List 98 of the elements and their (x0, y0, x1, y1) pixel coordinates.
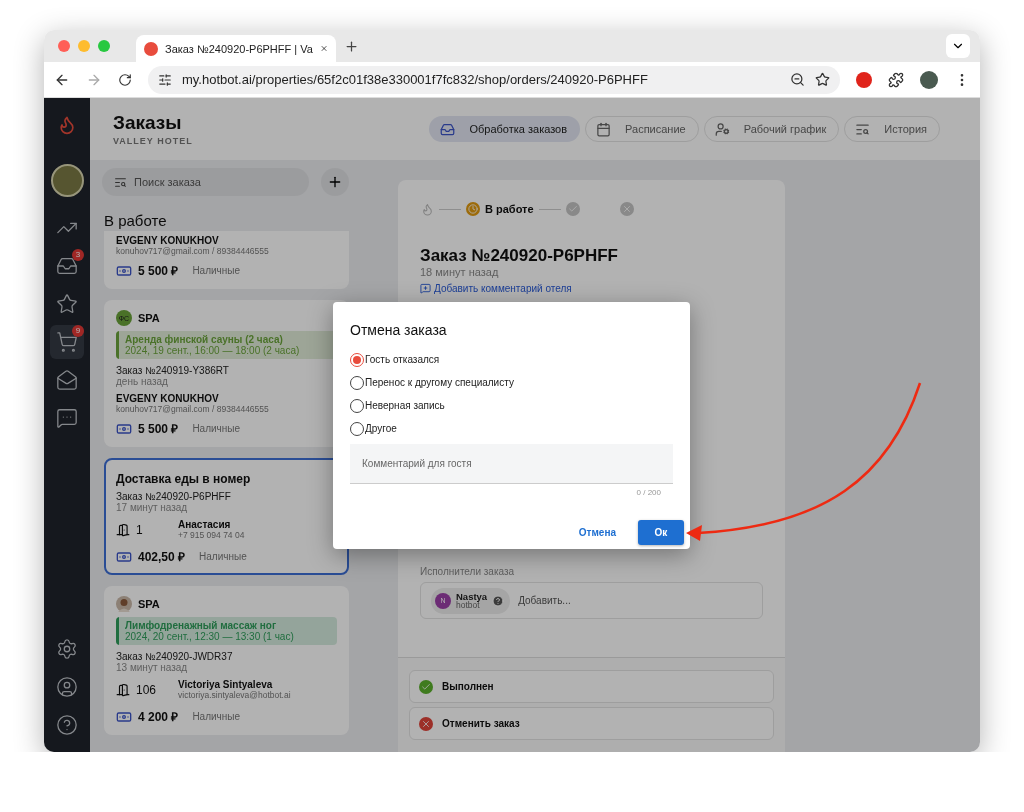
payment-method: Наличные (192, 711, 241, 722)
order-title: Заказ №240920-P6PHFF (420, 246, 619, 266)
comment-field[interactable]: Комментарий для гостя (350, 444, 673, 484)
order-amount: 4 200 ₽ (138, 709, 179, 725)
nav-tab[interactable]: История (844, 116, 940, 142)
help-icon[interactable] (56, 714, 78, 736)
booking-title: Аренда финской сауны (2 часа) (125, 334, 283, 345)
order-amount: 402,50 ₽ (138, 549, 186, 565)
inbox-icon (56, 255, 78, 277)
chat-icon (56, 407, 78, 429)
option-label[interactable]: Гость отказался (365, 354, 440, 365)
order-number: Заказ №240920-JWDR37 (116, 651, 234, 662)
order-card[interactable]: EVGENY KONUKHOV konuhov717@gmail.com / 89384446555 5 500 ₽ Наличные (104, 231, 349, 289)
order-amount: 5 500 ₽ (138, 263, 179, 279)
order-time: 17 минут назад (116, 502, 189, 513)
order-card[interactable]: Доставка еды в номер Заказ №240920-P6PHFF 17 минут назад 1 Анастасия +7 915 094 74 04 402,50 ₽ Наличные (104, 458, 349, 575)
complete-button[interactable]: Выполнен (409, 670, 774, 703)
list-search-icon (855, 121, 871, 137)
order-amount: 5 500 ₽ (138, 421, 179, 437)
hotel-avatar[interactable] (50, 164, 84, 197)
count-badge: 9 (72, 325, 84, 337)
search-field[interactable]: Поиск заказа (102, 168, 309, 196)
cancel-order-button[interactable]: Отменить заказ (409, 707, 774, 740)
calendar-icon (596, 121, 612, 137)
door-icon (116, 682, 130, 697)
payment-method: Наличные (199, 551, 247, 562)
guest-contact: +7 915 094 74 04 (178, 530, 245, 540)
hotel-name: VALLEY HOTEL (113, 136, 193, 146)
address-bar[interactable]: my.hotbot.ai/properties/65f2c01f38e330001f7fc832/shop/orders/240920-P6PHFF (148, 65, 840, 94)
option-label[interactable]: Неверная запись (365, 400, 445, 411)
order-title: Доставка еды в номер (116, 472, 252, 486)
users-icon (714, 121, 730, 137)
site-settings-icon[interactable] (158, 72, 172, 87)
user-icon[interactable] (56, 676, 78, 698)
field-label: Исполнители заказа (420, 566, 516, 577)
ok-button[interactable]: Ок (638, 520, 684, 545)
add-order-button[interactable] (321, 168, 349, 196)
service-name: SPA (138, 598, 160, 610)
order-card[interactable]: SPA Лимфодренажный массаж ног 2024, 20 сент., 12:30 — 13:30 (1 час) Заказ №240920-JWDR37 13 минут назад 106 Victoriya Sintyaleva victoriya.sintyaleva@hotbot.ai 4 200 ₽ Наличные (104, 586, 349, 735)
count-badge: 3 (72, 249, 84, 261)
cart-icon (56, 331, 78, 353)
add-comment-link[interactable]: Добавить комментарий отеля (420, 283, 572, 294)
service-name: SPA (138, 312, 160, 324)
reload-icon[interactable] (118, 72, 132, 87)
star-icon (56, 293, 78, 315)
booking-title: Лимфодренажный массаж ног (125, 620, 277, 631)
booking-time: 2024, 19 сент., 16:00 — 18:00 (2 часа) (125, 345, 300, 356)
comment-plus-icon (420, 283, 431, 294)
dialog-title: Отмена заказа (350, 322, 448, 338)
payment-method: Наличные (192, 423, 241, 434)
favicon-icon (144, 41, 158, 56)
payment-method: Наличные (192, 265, 241, 276)
section-title: В работе (104, 212, 168, 229)
bookmark-icon[interactable] (815, 72, 830, 87)
option-label[interactable]: Другое (365, 423, 397, 434)
order-number: Заказ №240920-P6PHFF (116, 491, 232, 502)
order-time: день назад (116, 376, 169, 387)
order-number: Заказ №240919-Y386RT (116, 365, 230, 376)
guest-contact: konuhov717@gmail.com / 89384446555 (116, 404, 270, 414)
flame-icon[interactable] (57, 115, 77, 135)
room-number: 1 (136, 522, 144, 537)
tab-menu-button[interactable] (946, 34, 970, 58)
guest-name: Victoriya Sintyaleva (178, 679, 273, 690)
sidebar-item[interactable]: 9 (50, 325, 84, 359)
assignee-org: hotbot (456, 601, 480, 610)
new-tab-icon[interactable] (344, 38, 359, 54)
door-icon (116, 522, 130, 537)
guest-contact: victoriya.sintyaleva@hotbot.ai (178, 690, 291, 700)
close-icon (419, 716, 433, 731)
zoom-icon[interactable] (790, 72, 805, 87)
guest-contact: konuhov717@gmail.com / 89384446555 (116, 246, 270, 256)
page-title: Заказы (113, 112, 183, 134)
guest-name: EVGENY KONUKHOV (116, 393, 220, 404)
guest-name: Анастасия (178, 519, 232, 530)
room-number: 106 (136, 682, 158, 697)
booking-time: 2024, 20 сент., 12:30 — 13:30 (1 час) (125, 631, 294, 642)
option-label[interactable]: Перенос к другому специалисту (365, 377, 514, 388)
order-time: 13 минут назад (116, 662, 189, 673)
nav-tab[interactable]: Обработка заказов (429, 116, 581, 142)
cancel-button[interactable]: Отмена (572, 526, 622, 539)
nav-tab[interactable]: Рабочий график (703, 116, 840, 142)
profile-avatar[interactable] (920, 70, 938, 89)
char-counter: 0 / 200 (636, 488, 661, 497)
plus-icon (327, 174, 343, 190)
order-time: 18 минут назад (420, 266, 500, 278)
step-label: В работе (485, 203, 534, 215)
settings-icon[interactable] (56, 638, 78, 660)
inbox-icon (440, 121, 456, 137)
sidebar-item[interactable]: 3 (50, 249, 84, 283)
mail-icon (56, 369, 78, 391)
assignee-name: Nastya (456, 591, 488, 601)
guest-name: EVGENY KONUKHOV (116, 235, 220, 246)
extension-icon[interactable] (856, 71, 872, 88)
check-icon (419, 679, 433, 694)
browser-tab[interactable]: Заказ №240920-P6PHFF | Va (136, 35, 336, 62)
puzzle-icon[interactable] (888, 71, 904, 88)
nav-tab[interactable]: Расписание (585, 116, 699, 142)
search-icon (114, 176, 127, 189)
